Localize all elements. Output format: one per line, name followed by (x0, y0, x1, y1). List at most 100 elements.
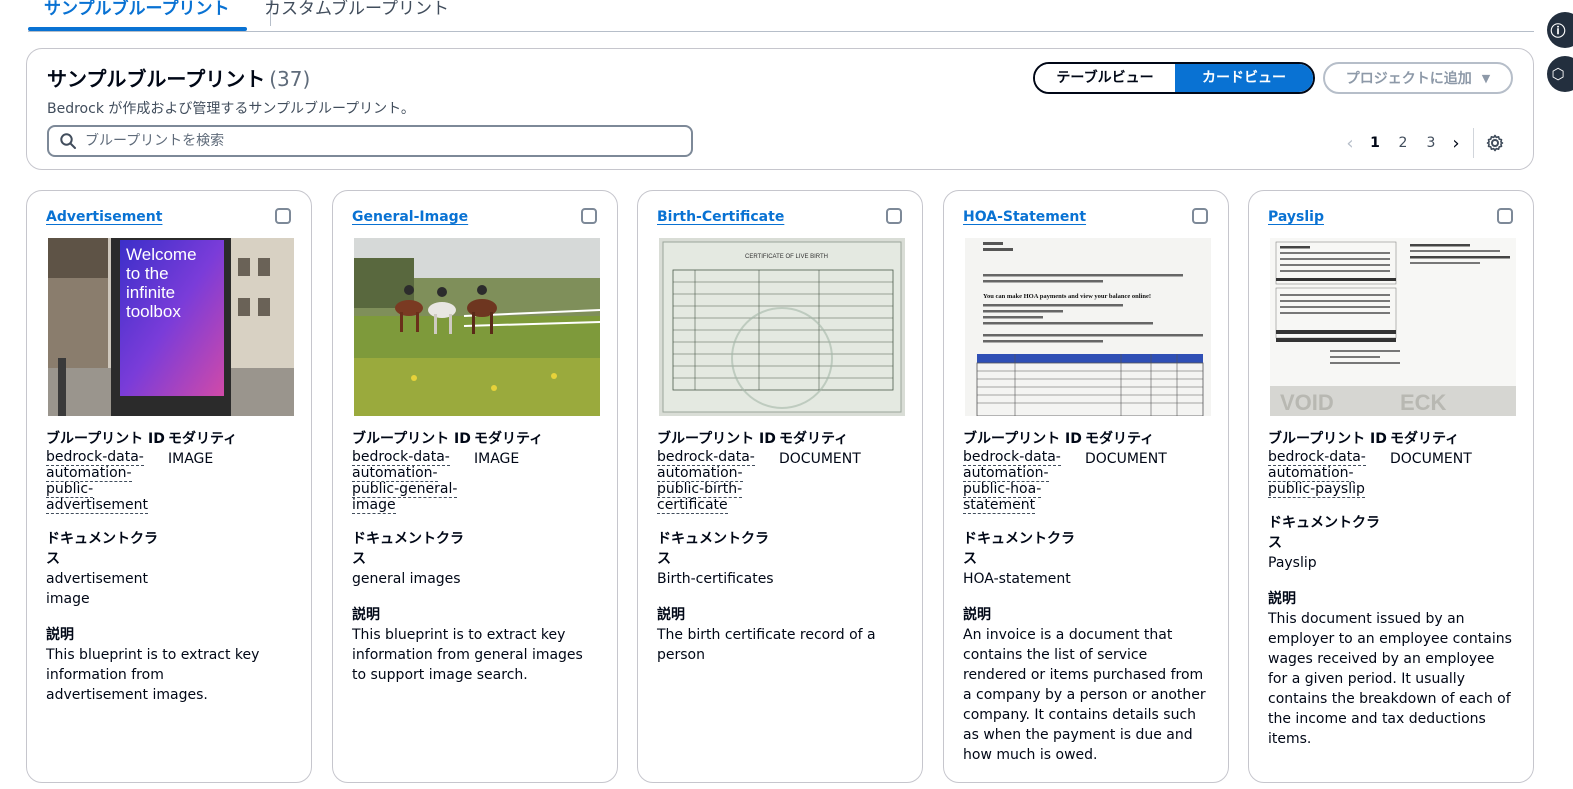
tab-custom-blueprints[interactable]: カスタムブループリント (264, 0, 449, 28)
blueprint-card-birth-certificate: Birth-Certificate CERTIFICATE OF LIVE BI… (637, 190, 923, 783)
doc-class-label: ドキュメントクラス (352, 531, 464, 567)
blueprint-card-hoa-statement: HOA-Statement You can make HOA payments … (943, 190, 1229, 783)
modality-label: モダリティ (474, 431, 544, 447)
card-title-link[interactable]: Payslip (1268, 209, 1324, 225)
hoa-statement-image: You can make HOA payments and view your … (965, 238, 1211, 416)
card-title-link[interactable]: Birth-Certificate (657, 209, 784, 225)
blueprint-id-label: ブループリント ID (46, 431, 165, 447)
blueprint-id-label: ブループリント ID (352, 431, 471, 447)
info-icon: ⓘ (1550, 21, 1566, 40)
svg-text:You can make HOA payments and: You can make HOA payments and view your … (983, 293, 1151, 300)
description-label: 説明 (1268, 591, 1296, 607)
page-description: Bedrock が作成および管理するサンプルブループリント。 (47, 101, 415, 117)
svg-text:to the: to the (126, 264, 169, 283)
doc-class-label: ドキュメントクラス (46, 531, 158, 567)
doc-class-label: ドキュメントクラス (657, 531, 769, 567)
blueprint-id-value[interactable]: bedrock-data-automation-public-general-i… (352, 449, 474, 514)
doc-class-value: general images (352, 571, 461, 587)
doc-class-value: Birth-certificates (657, 571, 774, 587)
advertisement-image: Welcome to the infinite toolbox (48, 238, 294, 416)
blueprint-id-value[interactable]: bedrock-data-automation-public-birth-cer… (657, 449, 779, 514)
modality-label: モダリティ (168, 431, 238, 447)
svg-text:toolbox: toolbox (126, 302, 181, 321)
tab-bar: サンプルブループリント カスタムブループリント (27, 0, 1534, 32)
add-to-project-label: プロジェクトに追加 (1345, 71, 1472, 87)
hexagon-icon: ⬡ (1551, 65, 1565, 83)
card-thumbnail: CERTIFICATE OF LIVE BIRTH (659, 238, 905, 416)
blueprint-id-value[interactable]: bedrock-data-automation-public-hoa-state… (963, 449, 1085, 514)
blueprint-id-value[interactable]: bedrock-data-automation-public-payslip (1268, 449, 1390, 498)
doc-class-label: ドキュメントクラス (1268, 515, 1380, 551)
caret-down-icon: ▼ (1481, 71, 1491, 85)
card-thumbnail (354, 238, 600, 416)
blueprint-count: (37) (269, 67, 311, 91)
svg-text:CERTIFICATE OF LIVE BIRTH: CERTIFICATE OF LIVE BIRTH (745, 254, 828, 260)
doc-class-value: Payslip (1268, 555, 1317, 571)
tab-sample-blueprints[interactable]: サンプルブループリント (27, 0, 249, 31)
blueprint-card-general-image: General-Image ブループリント ID bedrock-data-au… (332, 190, 618, 783)
page-3[interactable]: 3 (1417, 135, 1445, 151)
payslip-image: VOID ECK (1270, 238, 1516, 416)
pager-divider (1473, 128, 1474, 158)
card-thumbnail: VOID ECK (1270, 238, 1516, 416)
blueprint-card-advertisement: Advertisement Welcome to the infinite to… (26, 190, 312, 783)
doc-class-value: advertisement image (46, 571, 149, 607)
feedback-button[interactable]: ⬡ (1547, 56, 1573, 92)
modality-value: IMAGE (474, 451, 520, 467)
description-value: An invoice is a document that contains t… (963, 627, 1206, 763)
card-thumbnail: Welcome to the infinite toolbox (48, 238, 294, 416)
previous-page-icon[interactable]: ‹ (1339, 133, 1361, 154)
description-value: This blueprint is to extract key informa… (352, 627, 583, 683)
modality-value: IMAGE (168, 451, 214, 467)
card-title-link[interactable]: HOA-Statement (963, 209, 1086, 225)
blueprint-id-value[interactable]: bedrock-data-automation-public-advertise… (46, 449, 168, 514)
card-fields: ブループリント ID bedrock-data-automation-publi… (1268, 429, 1518, 749)
search-input[interactable] (85, 133, 645, 149)
card-fields: ブループリント ID bedrock-data-automation-publi… (963, 429, 1213, 765)
modality-value: DOCUMENT (1085, 451, 1167, 467)
info-button[interactable]: ⓘ (1547, 12, 1573, 48)
description-label: 説明 (352, 607, 380, 623)
pagination: ‹ 1 2 3 › (1339, 128, 1506, 158)
card-checkbox[interactable] (275, 208, 291, 224)
description-value: This document issued by an employer to a… (1268, 611, 1512, 747)
description-label: 説明 (657, 607, 685, 623)
description-label: 説明 (46, 627, 74, 643)
modality-value: DOCUMENT (1390, 451, 1472, 467)
search-icon (60, 133, 76, 149)
description-label: 説明 (963, 607, 991, 623)
page-title-text: サンプルブループリント (47, 67, 266, 91)
blueprints-header: サンプルブループリント (37) Bedrock が作成および管理するサンプルブル… (26, 48, 1534, 170)
add-to-project-button[interactable]: プロジェクトに追加 ▼ (1323, 62, 1513, 94)
card-title-link[interactable]: General-Image (352, 209, 468, 225)
card-fields: ブループリント ID bedrock-data-automation-publi… (657, 429, 907, 665)
card-checkbox[interactable] (581, 208, 597, 224)
page-1[interactable]: 1 (1361, 135, 1389, 151)
svg-text:ECK: ECK (1400, 390, 1447, 415)
blueprints-page: サンプルブループリント カスタムブループリント ⓘ ⬡ サンプルブループリント(… (0, 0, 1573, 789)
settings-button[interactable] (1484, 132, 1506, 154)
card-view-button[interactable]: カードビュー (1175, 64, 1313, 92)
card-checkbox[interactable] (1192, 208, 1208, 224)
card-fields: ブループリント ID bedrock-data-automation-publi… (46, 429, 296, 705)
blueprint-id-label: ブループリント ID (1268, 431, 1387, 447)
svg-text:VOID: VOID (1280, 390, 1334, 415)
blueprint-id-label: ブループリント ID (657, 431, 776, 447)
description-value: The birth certificate record of a person (657, 627, 876, 663)
table-view-button[interactable]: テーブルビュー (1035, 64, 1175, 92)
card-thumbnail: You can make HOA payments and view your … (965, 238, 1211, 416)
svg-text:Welcome: Welcome (126, 245, 197, 264)
card-checkbox[interactable] (1497, 208, 1513, 224)
birth-certificate-image: CERTIFICATE OF LIVE BIRTH (659, 238, 905, 416)
modality-label: モダリティ (779, 431, 849, 447)
view-toggle: テーブルビュー カードビュー (1033, 62, 1315, 94)
page-title: サンプルブループリント (37) (47, 63, 310, 92)
modality-label: モダリティ (1085, 431, 1155, 447)
blueprint-card-payslip: Payslip VOID ECK ブループリント ID bedrock-data… (1248, 190, 1534, 783)
doc-class-value: HOA-statement (963, 571, 1071, 587)
search-box (47, 125, 693, 157)
card-title-link[interactable]: Advertisement (46, 209, 162, 225)
next-page-icon[interactable]: › (1445, 133, 1467, 154)
page-2[interactable]: 2 (1389, 135, 1417, 151)
card-checkbox[interactable] (886, 208, 902, 224)
